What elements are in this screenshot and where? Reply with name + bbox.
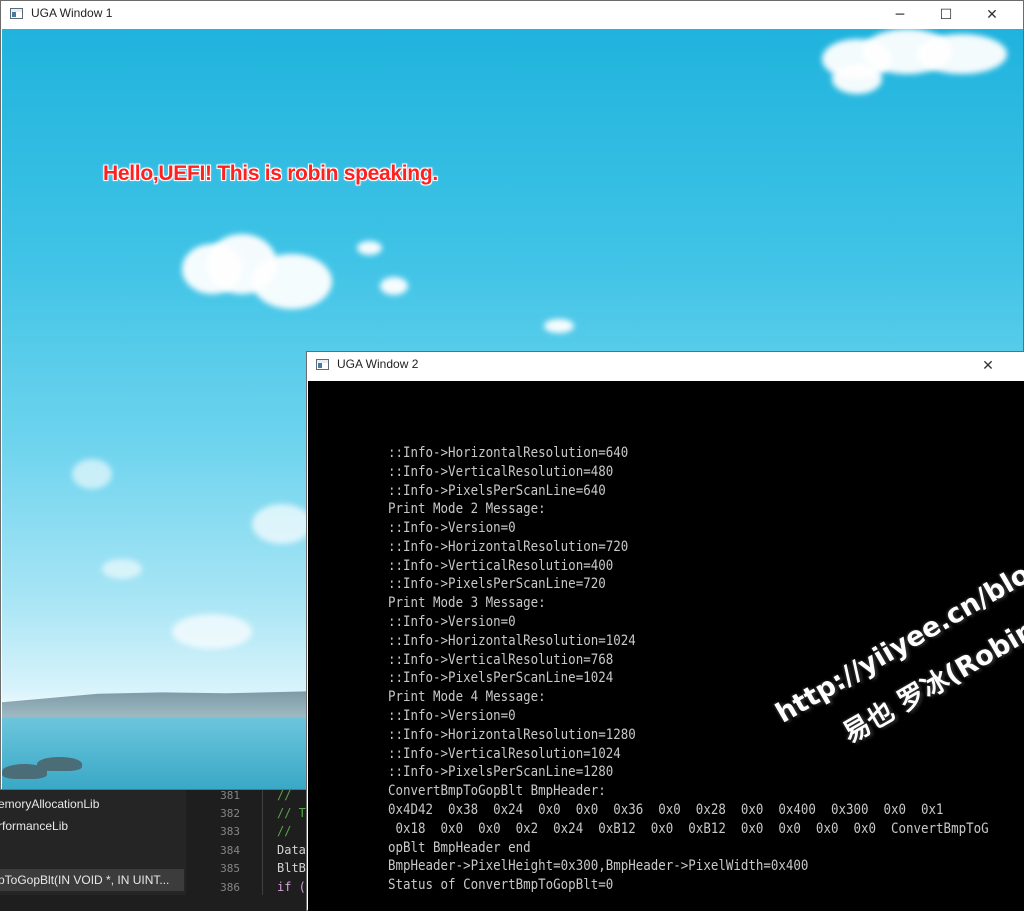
console-line: ::Info->PixelsPerScanLine=720 [388, 576, 606, 592]
console-line: ::Info->VerticalResolution=480 [388, 464, 614, 480]
console-line: 0x4D42 0x38 0x24 0x0 0x0 0x36 0x0 0x28 0… [388, 802, 944, 818]
solution-explorer: emoryAllocationLib rformanceLib pToGopBl… [0, 785, 186, 895]
console-line: ::Info->Version=0 [388, 520, 516, 536]
sea [2, 717, 322, 789]
hello-message: Hello,UEFI! This is robin speaking. [103, 162, 438, 185]
sidebar-item-performance-lib[interactable]: rformanceLib [0, 815, 184, 837]
code-line[interactable]: // T [277, 806, 306, 820]
console-line: ::Info->HorizontalResolution=640 [388, 445, 629, 461]
cloud [252, 504, 312, 544]
rock [37, 757, 82, 771]
cloud [544, 319, 574, 333]
ide-background: emoryAllocationLib rformanceLib pToGopBl… [0, 785, 310, 895]
cloud [357, 241, 382, 255]
cloud [252, 254, 332, 309]
code-line[interactable]: // [277, 788, 291, 802]
window-2-titlebar[interactable]: UGA Window 2 ✕ [307, 352, 1024, 380]
line-number: 381 [220, 789, 240, 802]
window-1-title: UGA Window 1 [31, 6, 113, 20]
maximize-button[interactable]: ☐ [923, 1, 969, 29]
console-line: 0x18 0x0 0x0 0x2 0x24 0xB12 0x0 0xB12 0x… [388, 821, 989, 837]
close-button[interactable]: ✕ [969, 1, 1015, 29]
close-button[interactable]: ✕ [965, 352, 1011, 380]
cloud [72, 459, 112, 489]
console-line: ::Info->VerticalResolution=768 [388, 652, 614, 668]
cloud [172, 614, 252, 649]
line-number: 386 [220, 881, 240, 894]
console-line: ConvertBmpToGopBlt BmpHeader: [388, 783, 606, 799]
console-line: BmpHeader->PixelHeight=0x300,BmpHeader->… [388, 858, 809, 874]
cloud [102, 559, 142, 579]
code-line[interactable]: if ( [277, 880, 306, 894]
console-line: ::Info->PixelsPerScanLine=640 [388, 483, 606, 499]
window-1-titlebar[interactable]: UGA Window 1 ─ ☐ ✕ [1, 1, 1023, 29]
window-app-icon [10, 8, 23, 19]
console-line: ::Info->PixelsPerScanLine=1024 [388, 670, 614, 686]
console-line: Print Mode 3 Message: [388, 595, 546, 611]
console-line: Status of ConvertBmpToGopBlt=0 [388, 877, 614, 893]
cloud [832, 64, 882, 94]
console-line: ::Info->VerticalResolution=400 [388, 558, 614, 574]
console-line: ::Info->HorizontalResolution=1280 [388, 727, 636, 743]
window-app-icon [316, 359, 329, 370]
line-number: 384 [220, 844, 240, 857]
line-number: 382 [220, 807, 240, 820]
cloud [380, 277, 408, 295]
console-line: ::Info->Version=0 [388, 614, 516, 630]
console-line: Print Mode 4 Message: [388, 689, 546, 705]
console-line: ::Info->PixelsPerScanLine=1280 [388, 764, 614, 780]
console-line: Print Mode 2 Message: [388, 501, 546, 517]
console-line: ::Info->VerticalResolution=1024 [388, 746, 621, 762]
sidebar-item-convert-function[interactable]: pToGopBlt(IN VOID *, IN UINT... [0, 869, 184, 891]
code-line[interactable]: // [277, 824, 291, 838]
line-number: 383 [220, 825, 240, 838]
sidebar-item-memory-allocation-lib[interactable]: emoryAllocationLib [0, 793, 184, 815]
distant-landmass [2, 691, 322, 719]
code-line[interactable]: BltB [277, 861, 306, 875]
console-line: ::Info->HorizontalResolution=720 [388, 539, 629, 555]
line-number: 385 [220, 862, 240, 875]
console-line: opBlt BmpHeader end [388, 840, 531, 856]
window-2-title: UGA Window 2 [337, 357, 419, 371]
fold-guide [262, 785, 263, 895]
cloud [917, 34, 1007, 74]
console-line: ::Info->HorizontalResolution=1024 [388, 633, 636, 649]
minimize-button[interactable]: ─ [877, 1, 923, 29]
console-line: ::Info->Version=0 [388, 708, 516, 724]
code-line[interactable]: Data [277, 843, 306, 857]
